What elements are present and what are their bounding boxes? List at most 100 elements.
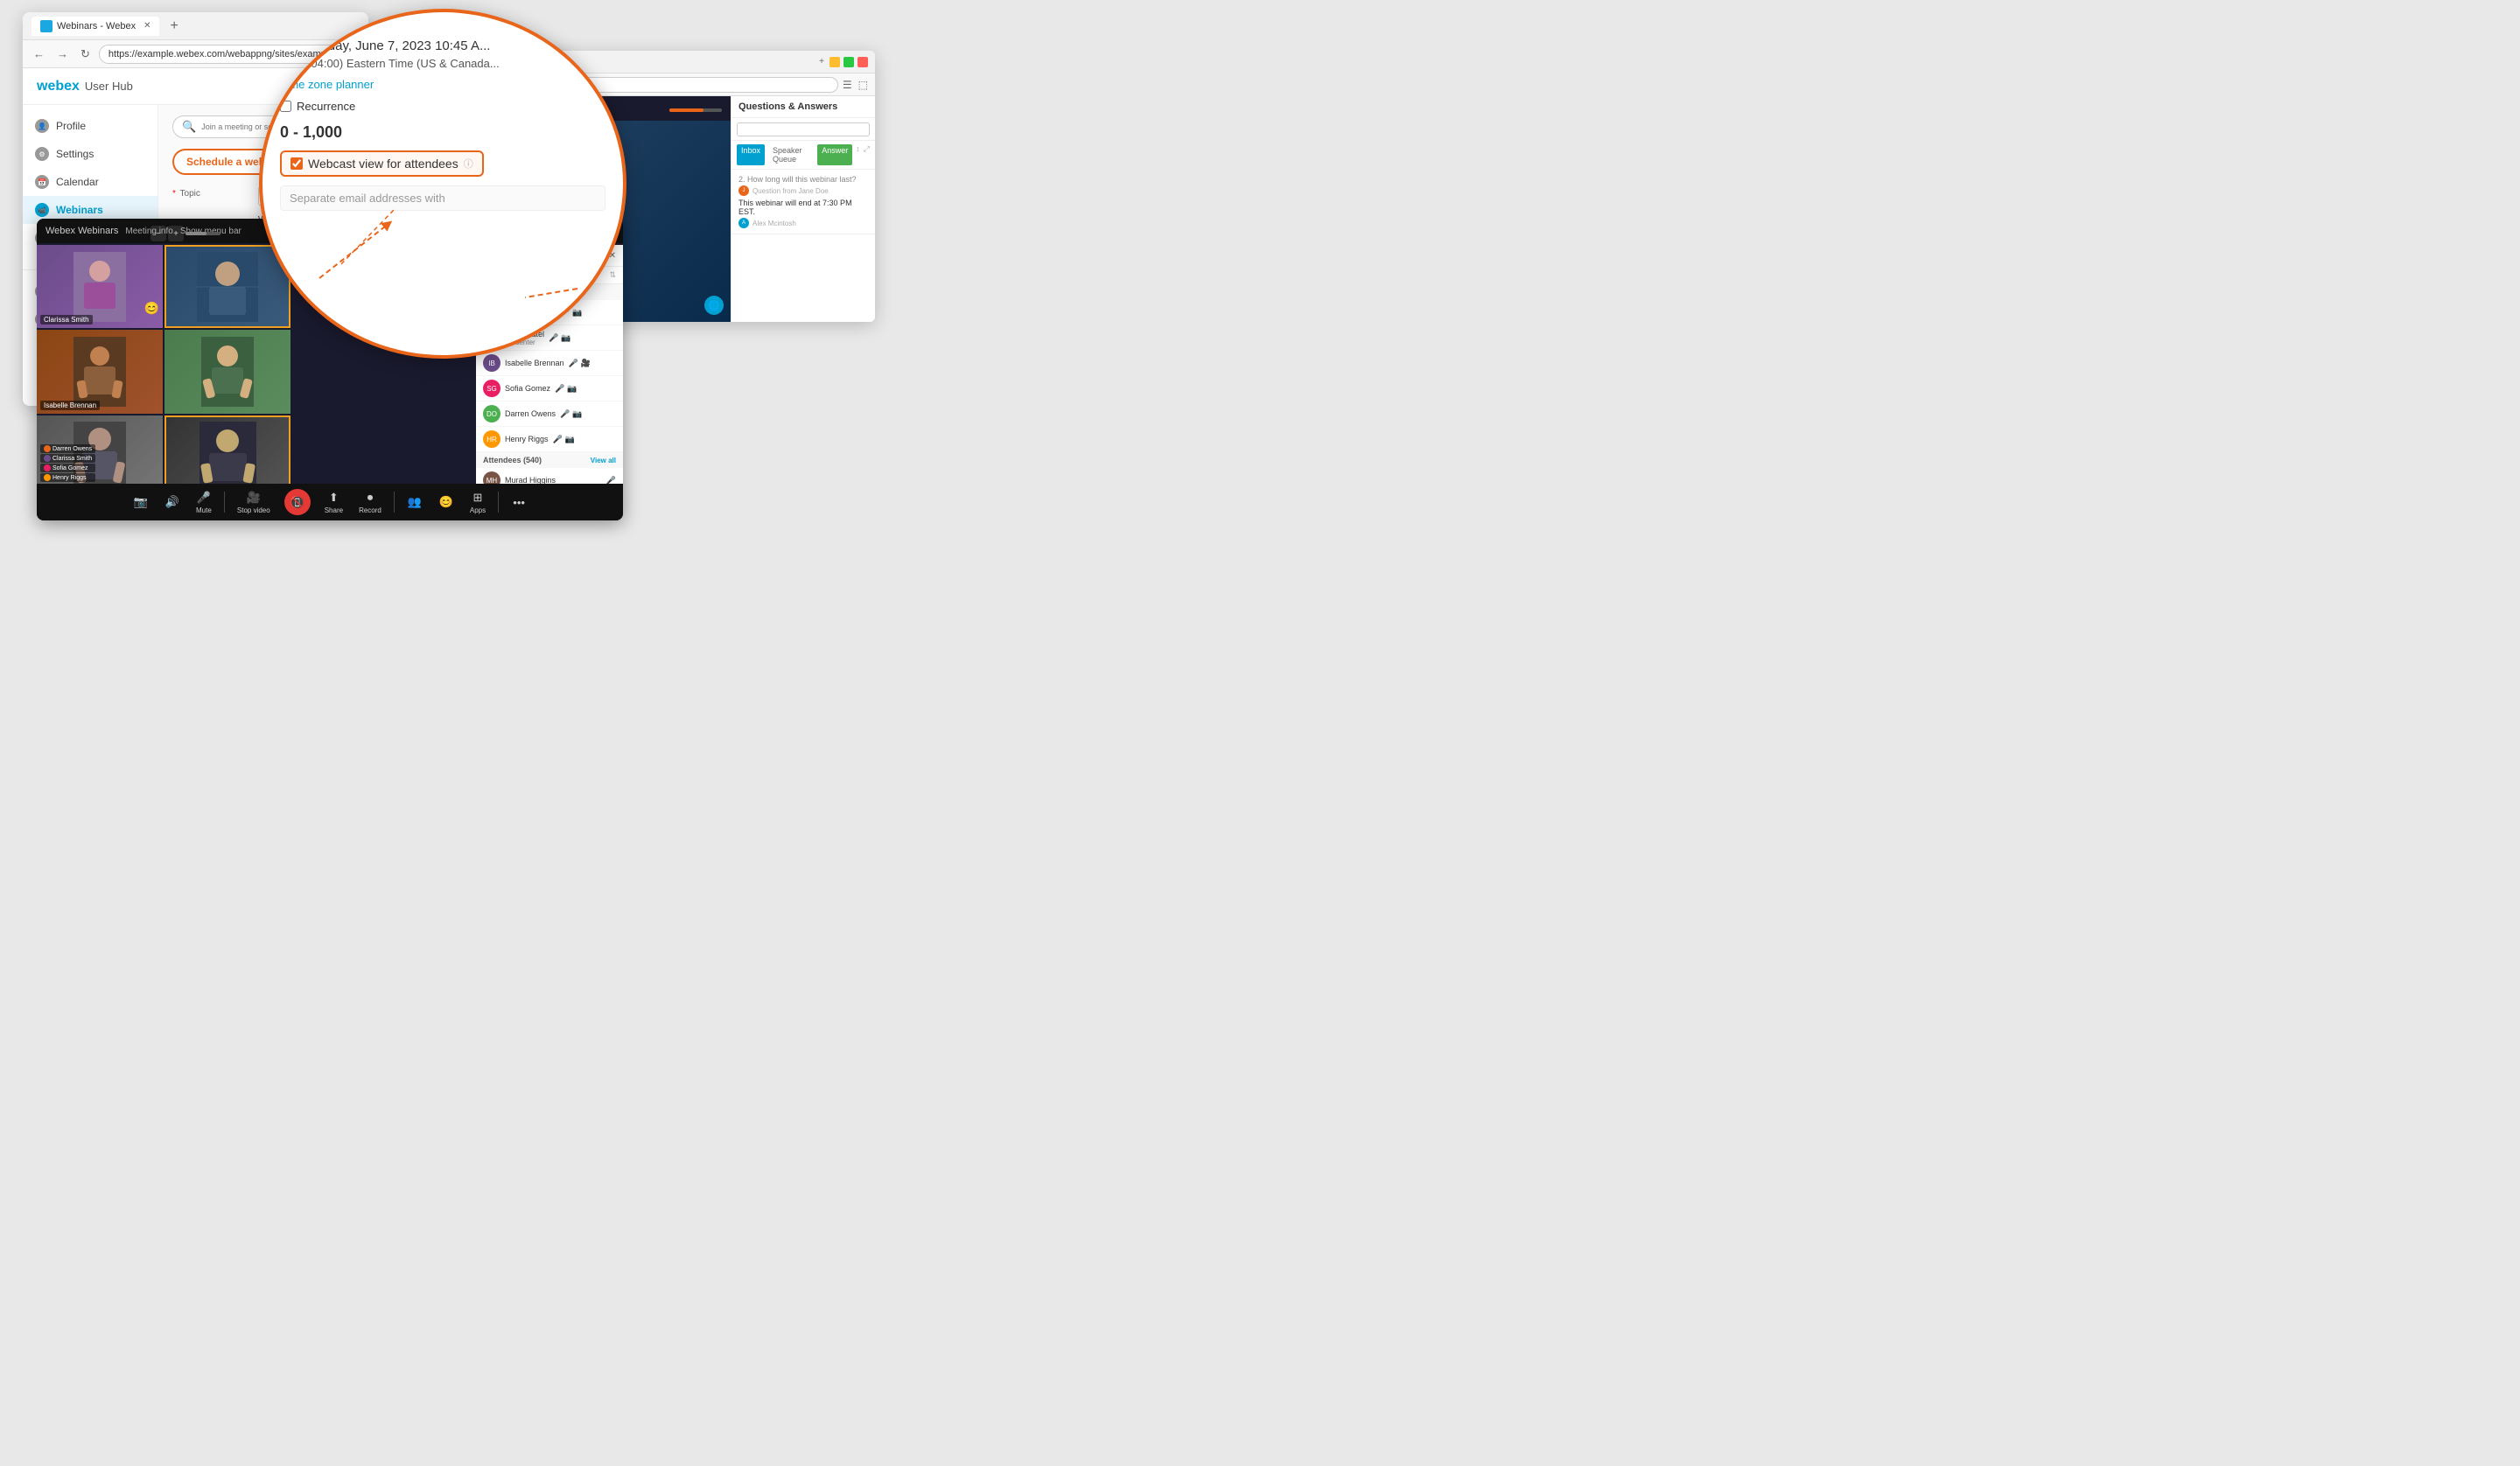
wb-qa-panel: Questions & Answers Inbox Speaker Queue … [731,96,875,322]
camera-icon-6: 📷 [565,435,575,444]
wb-sort-btn[interactable]: ↕ [856,144,860,165]
camera-icon: 📷 [133,494,149,510]
more-options-meeting-btn[interactable]: ••• [506,491,532,513]
reactions-btn[interactable]: 😊 [433,491,459,513]
sidebar-settings-label: Settings [56,148,94,160]
camera-toggle-btn[interactable]: 📷 [128,491,154,514]
share-btn[interactable]: ⬆ Share [319,486,348,518]
panelist-row-4: SG Sofia Gomez 🎤 📷 [476,376,623,401]
wb-maximize-btn[interactable] [844,57,854,67]
video-toggle-btn[interactable]: 🎥 Stop video [232,486,276,518]
webinars-icon: 📹 [35,203,49,217]
zoom-tz-link[interactable]: Time zone planner [280,78,374,91]
end-call-btn[interactable]: 📵 [284,489,311,515]
zoom-recurrence-checkbox[interactable] [280,101,291,112]
zoom-recurrence-label: Recurrence [297,100,355,113]
apps-label: Apps [470,506,486,514]
mic-icon-2: 🎤 [549,333,558,343]
video-label: Stop video [237,506,270,514]
search-icon: 🔍 [182,120,196,134]
record-icon: ⏺ [362,490,378,506]
wb-window-controls [830,57,868,67]
wb-volume-slider[interactable] [669,108,722,112]
panelist-row-3: IB Isabelle Brennan 🎤 🎥 [476,351,623,376]
camera-icon-1: 📷 [572,308,582,318]
video-icon: 🎥 [246,490,262,506]
panelist-2-icons: 🎤 📷 [549,333,570,343]
user-hub-label: User Hub [85,80,133,93]
wb-expand-btn[interactable]: ⤢ [864,144,870,165]
speaker-2: Clarissa Smith [52,456,92,462]
zoom-webcast-info: ⓘ [464,157,473,171]
wb-qa-search-input[interactable] [737,122,870,136]
participants-btn[interactable]: 👥 [402,491,428,513]
wb-toolbar-cast[interactable]: ⬚ [858,79,868,91]
reactions-icon: 😊 [438,494,454,510]
share-icon: ⬆ [326,490,341,506]
wb-close-btn[interactable] [858,57,868,67]
meeting-toolbar: 📷 🔊 🎤 Mute 🎥 Stop video 📵 ⬆ Share [37,484,623,520]
speaker-btn[interactable]: 🔊 [159,491,186,513]
toolbar-separator-2 [394,492,395,513]
zoom-attendees: 0 - 1,000 [280,123,606,142]
browser-titlebar: Webinars - Webex ✕ + [23,12,368,40]
sidebar-item-calendar[interactable]: 📅 Calendar [23,168,158,196]
end-call-icon: 📵 [290,495,304,510]
attendees-section-header: Attendees (540) View all [476,452,623,468]
speaker-4: Henry Riggs [52,475,87,481]
video-cell-3: Isabelle Brennan [37,330,163,413]
more-icon: ••• [511,494,527,510]
browser-tab[interactable]: Webinars - Webex ✕ [32,17,159,36]
zoom-minus-btn[interactable]: − [150,226,166,241]
panelist-row-6: HR Henry Riggs 🎤 📷 [476,427,623,452]
sidebar-calendar-label: Calendar [56,176,99,188]
new-tab-btn[interactable]: + [170,18,178,34]
apps-btn[interactable]: ⊞ Apps [465,486,491,518]
mute-btn[interactable]: 🎤 Mute [191,486,217,518]
wb-responder-name: Alex Mcintosh [752,220,796,227]
speaker-icon: 🔊 [164,494,180,510]
attendees-section-label: Attendees (540) [483,456,542,464]
sidebar-item-settings[interactable]: ⚙ Settings [23,140,158,168]
wb-volume-fill [669,108,704,112]
zoom-plus-btn[interactable]: + [168,226,184,241]
back-btn[interactable]: ← [30,45,48,62]
panelist-row-5: DO Darren Owens 🎤 📷 [476,401,623,427]
video-name-1: Clarissa Smith [40,315,93,325]
webex-favicon [40,20,52,32]
refresh-btn[interactable]: ↻ [77,45,94,63]
wb-tab-speaker-queue[interactable]: Speaker Queue [768,144,814,165]
view-all-link[interactable]: View all [591,457,616,464]
camera-icon-5: 📷 [572,409,582,419]
sidebar-profile-label: Profile [56,120,86,132]
wb-globe-icon: 🌐 [704,296,724,315]
zoom-webcast-checkbox[interactable] [290,157,303,170]
wb-question-from: Question from Jane Doe [752,187,829,195]
record-btn[interactable]: ⏺ Record [354,486,387,518]
sidebar-item-profile[interactable]: 👤 Profile [23,112,158,140]
wb-question-item: 2. How long will this webinar last? J Qu… [732,170,875,234]
wb-tab-answer[interactable]: Answer [817,144,852,165]
wb-question-meta: J Question from Jane Doe [738,185,868,196]
video-cell-4 [164,330,290,413]
wb-toolbar-more[interactable]: ☰ [843,79,852,91]
wb-tab-inbox[interactable]: Inbox [737,144,765,165]
meeting-zoom-controls: − + [150,226,220,241]
zoom-circle-overlay: Wednesday, June 7, 2023 10:45 A... (UTC-… [259,9,626,359]
forward-btn[interactable]: → [53,45,72,62]
wb-questioner-avatar: J [738,185,749,196]
mic-icon-5: 🎤 [560,409,570,419]
panelist-info-3: Isabelle Brennan [505,359,564,367]
participants-sort-btn[interactable]: ⇅ [609,270,616,280]
calendar-icon: 📅 [35,175,49,189]
zoom-content: Wednesday, June 7, 2023 10:45 A... (UTC-… [280,38,606,211]
toolbar-separator-1 [224,492,225,513]
apps-icon: ⊞ [470,490,486,506]
wb-minimize-btn[interactable] [830,57,840,67]
video-cell-1: Clarissa Smith 😊 [37,245,163,328]
tab-close-btn[interactable]: ✕ [144,21,150,31]
panelist-info-5: Darren Owens [505,409,556,418]
sidebar-webinars-label: Webinars [56,204,103,216]
settings-icon: ⚙ [35,147,49,161]
meeting-title: Webex Webinars [46,226,118,236]
